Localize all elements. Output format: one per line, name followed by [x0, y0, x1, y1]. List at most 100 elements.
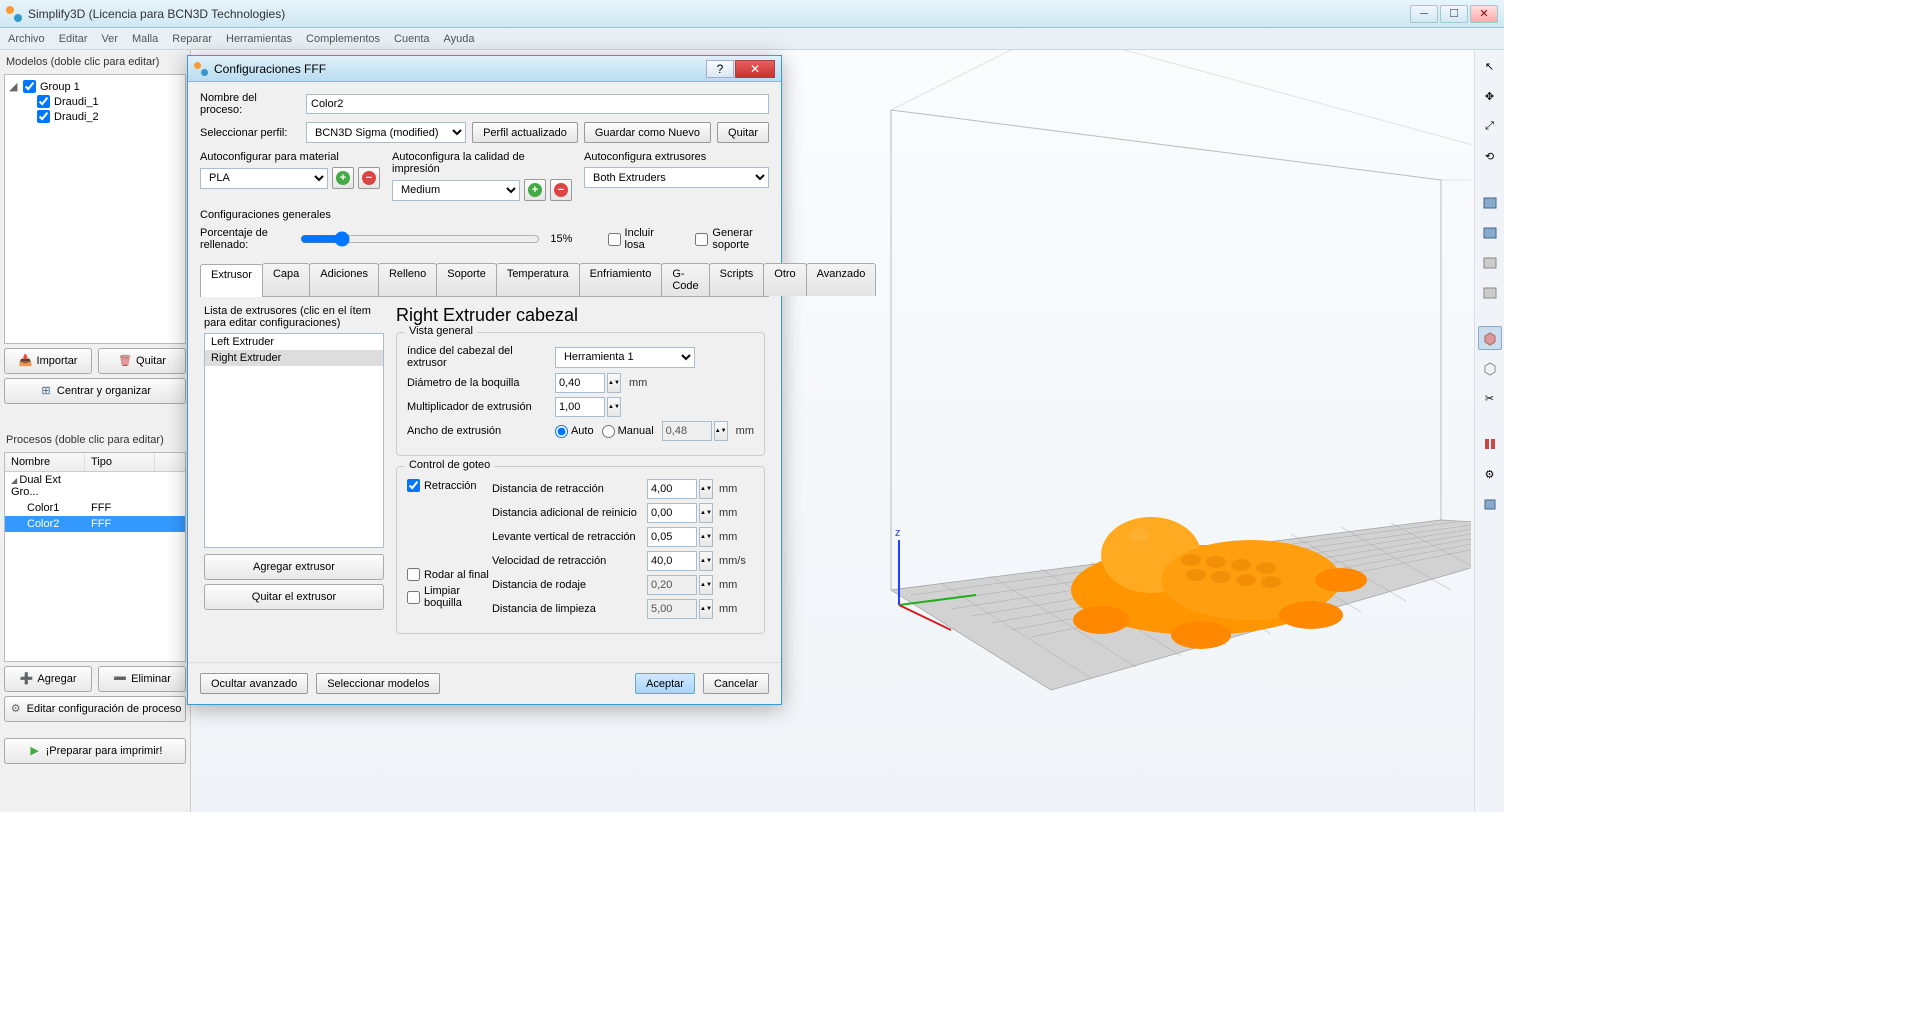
- model-checkbox[interactable]: [37, 110, 50, 123]
- processes-table[interactable]: Nombre Tipo Dual Ext Gro... Color1 FFF C…: [4, 452, 186, 662]
- col-name[interactable]: Nombre: [5, 453, 85, 471]
- view-wire-icon[interactable]: [1478, 356, 1502, 380]
- group-checkbox[interactable]: [23, 80, 36, 93]
- extruder-item-selected[interactable]: Right Extruder: [205, 350, 383, 366]
- view-top-icon[interactable]: [1478, 190, 1502, 214]
- scale-tool-icon[interactable]: ⤢: [1478, 114, 1502, 138]
- add-material-button[interactable]: [332, 167, 354, 189]
- tab-temperatura[interactable]: Temperatura: [496, 263, 580, 296]
- coast-checkbox[interactable]: Rodar al final: [407, 568, 492, 581]
- dialog-close-button[interactable]: ✕: [735, 60, 775, 78]
- model-checkbox[interactable]: [37, 95, 50, 108]
- center-button[interactable]: ⊞Centrar y organizar: [4, 378, 186, 404]
- minimize-button[interactable]: ─: [1410, 5, 1438, 23]
- tab-gcode[interactable]: G-Code: [661, 263, 709, 296]
- profile-updated-button[interactable]: Perfil actualizado: [472, 122, 578, 143]
- quality-select[interactable]: Medium: [392, 180, 520, 201]
- delete-process-button[interactable]: ➖Eliminar: [98, 666, 186, 692]
- save-as-new-button[interactable]: Guardar como Nuevo: [584, 122, 711, 143]
- multiplier-spinner[interactable]: ▲▼: [607, 397, 621, 417]
- dialog-titlebar[interactable]: Configuraciones FFF ? ✕: [188, 56, 781, 82]
- menu-archivo[interactable]: Archivo: [8, 33, 45, 45]
- view-side-icon[interactable]: [1478, 250, 1502, 274]
- remove-quality-button[interactable]: [550, 179, 572, 201]
- process-row[interactable]: Color1 FFF: [5, 500, 185, 516]
- import-button[interactable]: 📥Importar: [4, 348, 92, 374]
- tab-avanzado[interactable]: Avanzado: [806, 263, 877, 296]
- expand-icon[interactable]: ◢: [9, 80, 19, 93]
- retraction-checkbox[interactable]: Retracción: [407, 479, 492, 492]
- edit-process-button[interactable]: ⚙Editar configuración de proceso: [4, 696, 186, 722]
- add-extruder-button[interactable]: Agregar extrusor: [204, 554, 384, 580]
- ret-dist-input[interactable]: [647, 479, 697, 499]
- close-button[interactable]: ✕: [1470, 5, 1498, 23]
- support-tool-icon[interactable]: [1478, 432, 1502, 456]
- settings-icon[interactable]: ⚙: [1478, 462, 1502, 486]
- accept-button[interactable]: Aceptar: [635, 673, 695, 694]
- width-auto-radio[interactable]: Auto: [555, 425, 594, 438]
- cancel-button[interactable]: Cancelar: [703, 673, 769, 694]
- generate-support-checkbox[interactable]: Generar soporte: [695, 227, 769, 251]
- multiplier-input[interactable]: [555, 397, 605, 417]
- rotate-tool-icon[interactable]: ⟲: [1478, 144, 1502, 168]
- menu-reparar[interactable]: Reparar: [172, 33, 212, 45]
- menu-complementos[interactable]: Complementos: [306, 33, 380, 45]
- extruders-config-select[interactable]: Both Extruders: [584, 167, 769, 188]
- tab-extrusor[interactable]: Extrusor: [200, 264, 263, 297]
- tree-item[interactable]: Draudi_1: [9, 94, 181, 109]
- tab-soporte[interactable]: Soporte: [436, 263, 497, 296]
- profile-select[interactable]: BCN3D Sigma (modified): [306, 122, 466, 143]
- tab-scripts[interactable]: Scripts: [709, 263, 765, 296]
- tab-adiciones[interactable]: Adiciones: [309, 263, 379, 296]
- extra-dist-input[interactable]: [647, 503, 697, 523]
- move-tool-icon[interactable]: ✥: [1478, 84, 1502, 108]
- remove-material-button[interactable]: [358, 167, 380, 189]
- extruder-item[interactable]: Left Extruder: [205, 334, 383, 350]
- dialog-help-button[interactable]: ?: [706, 60, 734, 78]
- process-name-input[interactable]: [306, 94, 769, 114]
- view-iso-icon[interactable]: [1478, 280, 1502, 304]
- gear-icon: ⚙: [9, 702, 23, 716]
- vert-lift-input[interactable]: [647, 527, 697, 547]
- menu-editar[interactable]: Editar: [59, 33, 88, 45]
- remove-model-button[interactable]: 🗑Quitar: [98, 348, 186, 374]
- width-manual-radio[interactable]: Manual: [602, 425, 654, 438]
- tab-relleno[interactable]: Relleno: [378, 263, 437, 296]
- tree-group[interactable]: ◢ Group 1: [9, 79, 181, 94]
- models-tree[interactable]: ◢ Group 1 Draudi_1 Draudi_2: [4, 74, 186, 344]
- view-solid-icon[interactable]: [1478, 326, 1502, 350]
- menu-ver[interactable]: Ver: [101, 33, 118, 45]
- prepare-print-button[interactable]: ▶¡Preparar para imprimir!: [4, 738, 186, 764]
- nozzle-input[interactable]: [555, 373, 605, 393]
- tab-capa[interactable]: Capa: [262, 263, 310, 296]
- tab-enfriamiento[interactable]: Enfriamiento: [579, 263, 663, 296]
- process-row-selected[interactable]: Color2 FFF: [5, 516, 185, 532]
- view-front-icon[interactable]: [1478, 220, 1502, 244]
- tool-index-select[interactable]: Herramienta 1: [555, 347, 695, 368]
- add-process-button[interactable]: ➕Agregar: [4, 666, 92, 692]
- tab-otro[interactable]: Otro: [763, 263, 806, 296]
- machine-icon[interactable]: [1478, 492, 1502, 516]
- maximize-button[interactable]: ☐: [1440, 5, 1468, 23]
- menu-cuenta[interactable]: Cuenta: [394, 33, 429, 45]
- col-type[interactable]: Tipo: [85, 453, 155, 471]
- nozzle-spinner[interactable]: ▲▼: [607, 373, 621, 393]
- infill-slider[interactable]: [300, 231, 540, 247]
- hide-advanced-button[interactable]: Ocultar avanzado: [200, 673, 308, 694]
- material-select[interactable]: PLA: [200, 168, 328, 189]
- ret-speed-input[interactable]: [647, 551, 697, 571]
- remove-profile-button[interactable]: Quitar: [717, 122, 769, 143]
- add-quality-button[interactable]: [524, 179, 546, 201]
- cursor-tool-icon[interactable]: ↖: [1478, 54, 1502, 78]
- menu-malla[interactable]: Malla: [132, 33, 158, 45]
- process-group-row[interactable]: Dual Ext Gro...: [5, 472, 185, 500]
- wipe-checkbox[interactable]: Limpiar boquilla: [407, 585, 492, 609]
- menu-herramientas[interactable]: Herramientas: [226, 33, 292, 45]
- remove-extruder-button[interactable]: Quitar el extrusor: [204, 584, 384, 610]
- menu-ayuda[interactable]: Ayuda: [444, 33, 475, 45]
- extruder-list[interactable]: Left Extruder Right Extruder: [204, 333, 384, 548]
- include-raft-checkbox[interactable]: Incluir losa: [608, 227, 661, 251]
- select-models-button[interactable]: Seleccionar modelos: [316, 673, 440, 694]
- tree-item[interactable]: Draudi_2: [9, 109, 181, 124]
- cross-section-icon[interactable]: ✂: [1478, 386, 1502, 410]
